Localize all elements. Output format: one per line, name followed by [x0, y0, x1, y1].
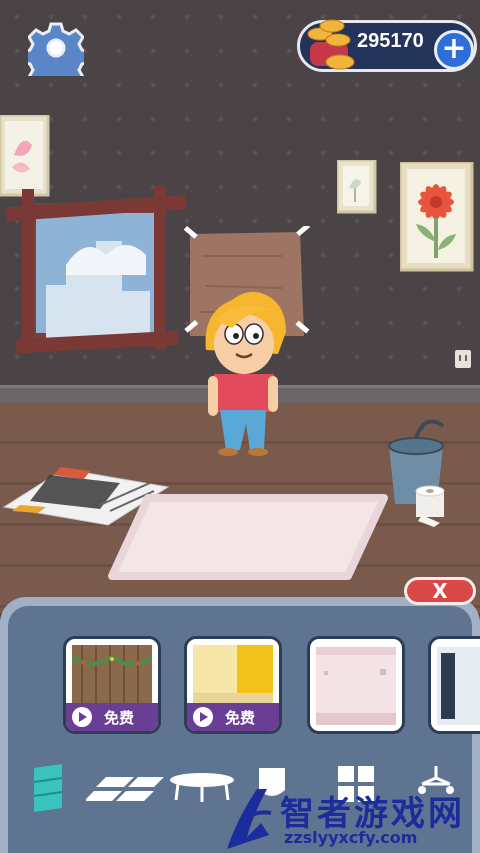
toilet-paper[interactable]: [412, 485, 450, 527]
add-coins-button[interactable]: +: [434, 30, 474, 70]
wall-thumbnail: [437, 647, 480, 725]
plus-icon: +: [441, 31, 467, 66]
decor-card-wood-wall[interactable]: 免费: [63, 636, 161, 734]
pink-wall-thumbnail: [316, 647, 396, 725]
window[interactable]: [6, 185, 188, 357]
red-flower-painting[interactable]: [400, 162, 474, 272]
decor-card-partial[interactable]: [428, 636, 480, 734]
wooden-wall-thumbnail: [72, 645, 152, 703]
close-button[interactable]: X: [404, 577, 476, 605]
floor-tiles-icon[interactable]: [86, 775, 166, 803]
settings-button[interactable]: [21, 20, 91, 92]
coin-stack-icon: [307, 19, 355, 70]
wall-panel-icon[interactable]: [30, 762, 66, 814]
small-flower-painting[interactable]: [337, 160, 377, 214]
free-bar: 免费: [66, 703, 158, 731]
power-outlet[interactable]: [455, 350, 471, 368]
gear-icon: [21, 22, 91, 92]
free-label: 免费: [225, 709, 256, 727]
coin-count: 295170: [357, 30, 424, 52]
watermark-url: zzslyyxcfy.com: [284, 828, 418, 847]
free-label: 免费: [104, 709, 135, 727]
decor-card-pink-wall[interactable]: [307, 636, 405, 734]
play-video-icon: [72, 707, 92, 727]
yellow-wall-thumbnail: [193, 645, 273, 703]
play-video-icon: [193, 707, 213, 727]
free-bar: 免费: [187, 703, 279, 731]
fluffy-rug[interactable]: [108, 490, 394, 582]
decor-card-yellow-wall[interactable]: 免费: [184, 636, 282, 734]
character[interactable]: [198, 290, 290, 458]
